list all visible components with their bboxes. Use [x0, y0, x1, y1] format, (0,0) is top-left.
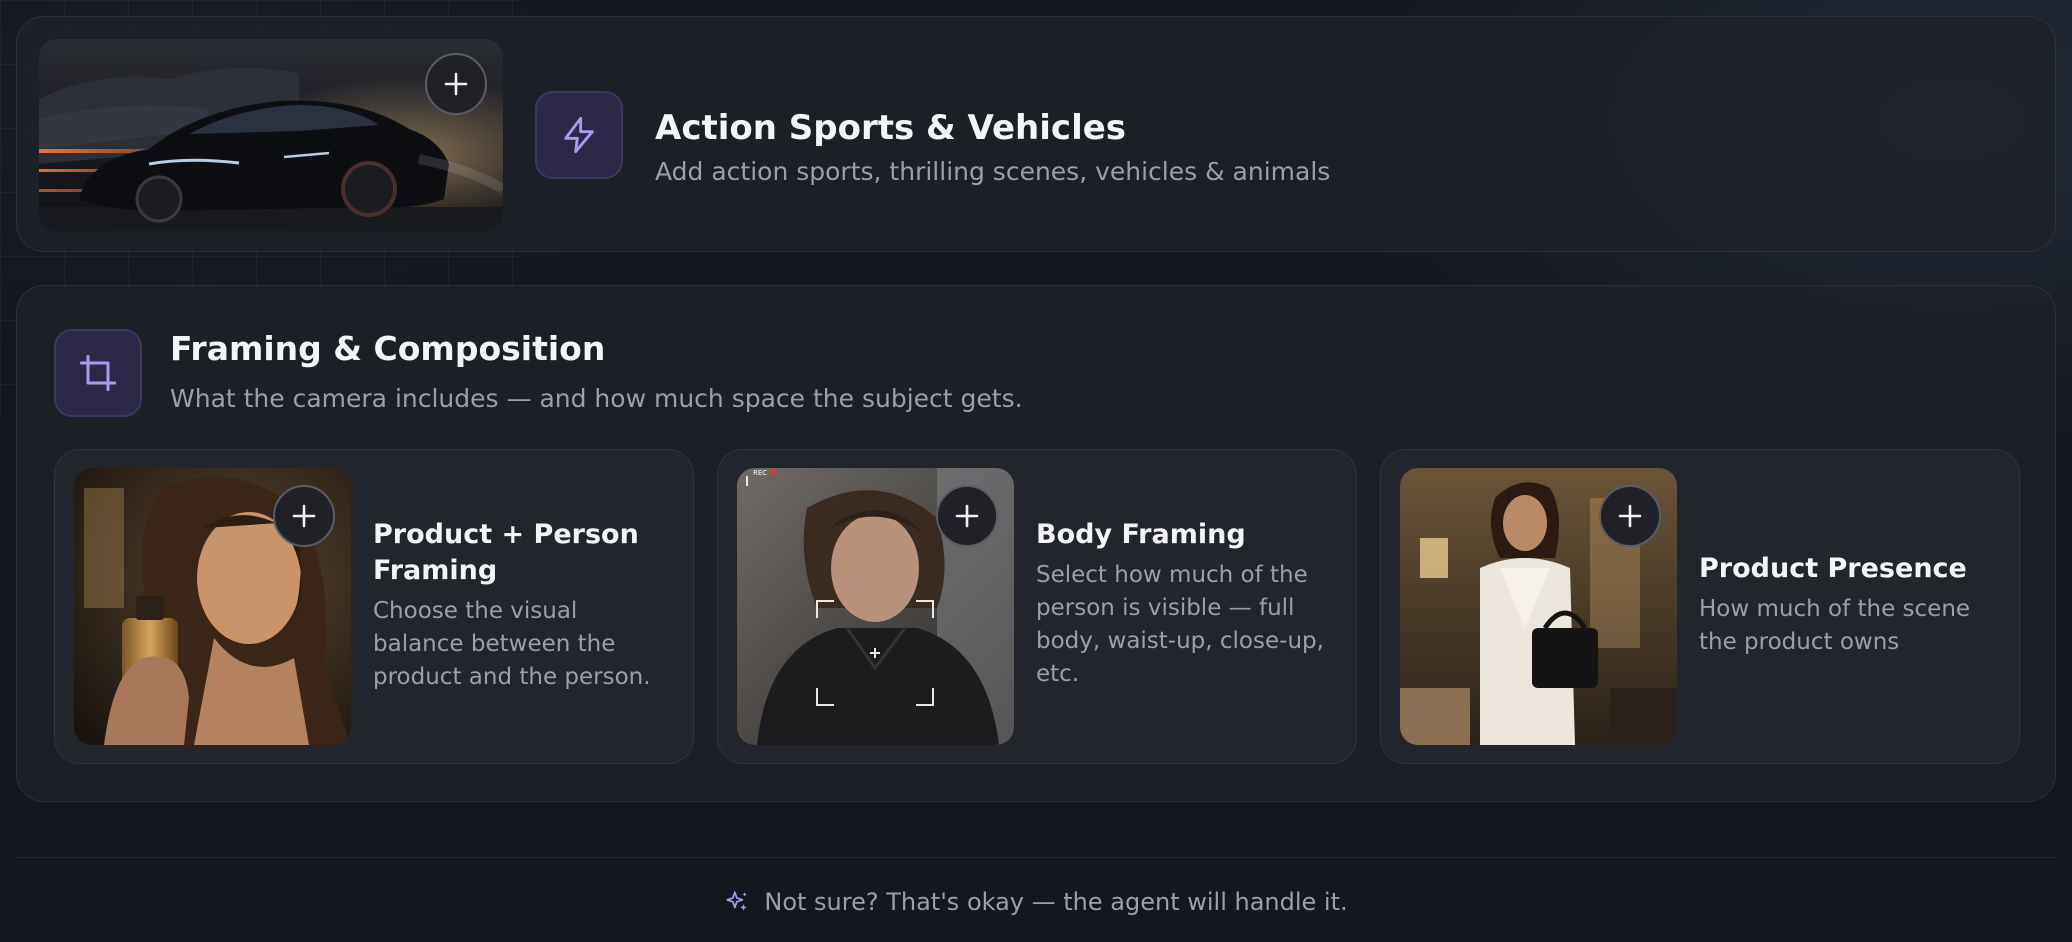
- plus-icon: [292, 504, 316, 528]
- add-product-person-framing-button[interactable]: [273, 485, 335, 547]
- lightning-icon-tile: [535, 91, 623, 179]
- framing-panel-title: Framing & Composition: [170, 329, 606, 368]
- framing-composition-panel: Framing & Composition What the camera in…: [16, 285, 2056, 802]
- action-sports-panel[interactable]: Action Sports & Vehicles Add action spor…: [16, 16, 2056, 252]
- card-title: Product + Person Framing: [373, 519, 639, 586]
- card-description: Choose the visual balance between the pr…: [373, 598, 651, 690]
- plus-icon: [444, 72, 468, 96]
- rec-label: REC: [753, 469, 767, 477]
- card-title: Product Presence: [1699, 553, 1967, 584]
- divider: [16, 857, 2056, 858]
- action-panel-title: Action Sports & Vehicles: [655, 108, 1127, 148]
- framing-panel-subtitle: What the camera includes — and how much …: [170, 384, 1023, 413]
- lightning-icon: [564, 116, 594, 154]
- crop-icon: [79, 354, 117, 392]
- sparkle-icon: [726, 891, 748, 911]
- card-title: Body Framing: [1036, 519, 1246, 550]
- action-panel-subtitle: Add action sports, thrilling scenes, veh…: [655, 157, 1331, 186]
- crop-icon-tile: [54, 329, 142, 417]
- footer-hint: Not sure? That's okay — the agent will h…: [0, 888, 2072, 916]
- card-product-person-framing[interactable]: Product + Person Framing Choose the visu…: [54, 449, 694, 764]
- card-body-framing[interactable]: REC Body Framing Select how much of the …: [717, 449, 1357, 764]
- card-product-presence[interactable]: Product Presence How much of the scene t…: [1380, 449, 2020, 764]
- card-description: How much of the scene the product owns: [1699, 596, 1971, 655]
- card-description: Select how much of the person is visible…: [1036, 562, 1324, 687]
- add-product-presence-button[interactable]: [1599, 485, 1661, 547]
- plus-icon: [955, 504, 979, 528]
- footer-text: Not sure? That's okay — the agent will h…: [764, 888, 1348, 916]
- add-body-framing-button[interactable]: [936, 485, 998, 547]
- add-action-button[interactable]: [425, 53, 487, 115]
- plus-icon: [1618, 504, 1642, 528]
